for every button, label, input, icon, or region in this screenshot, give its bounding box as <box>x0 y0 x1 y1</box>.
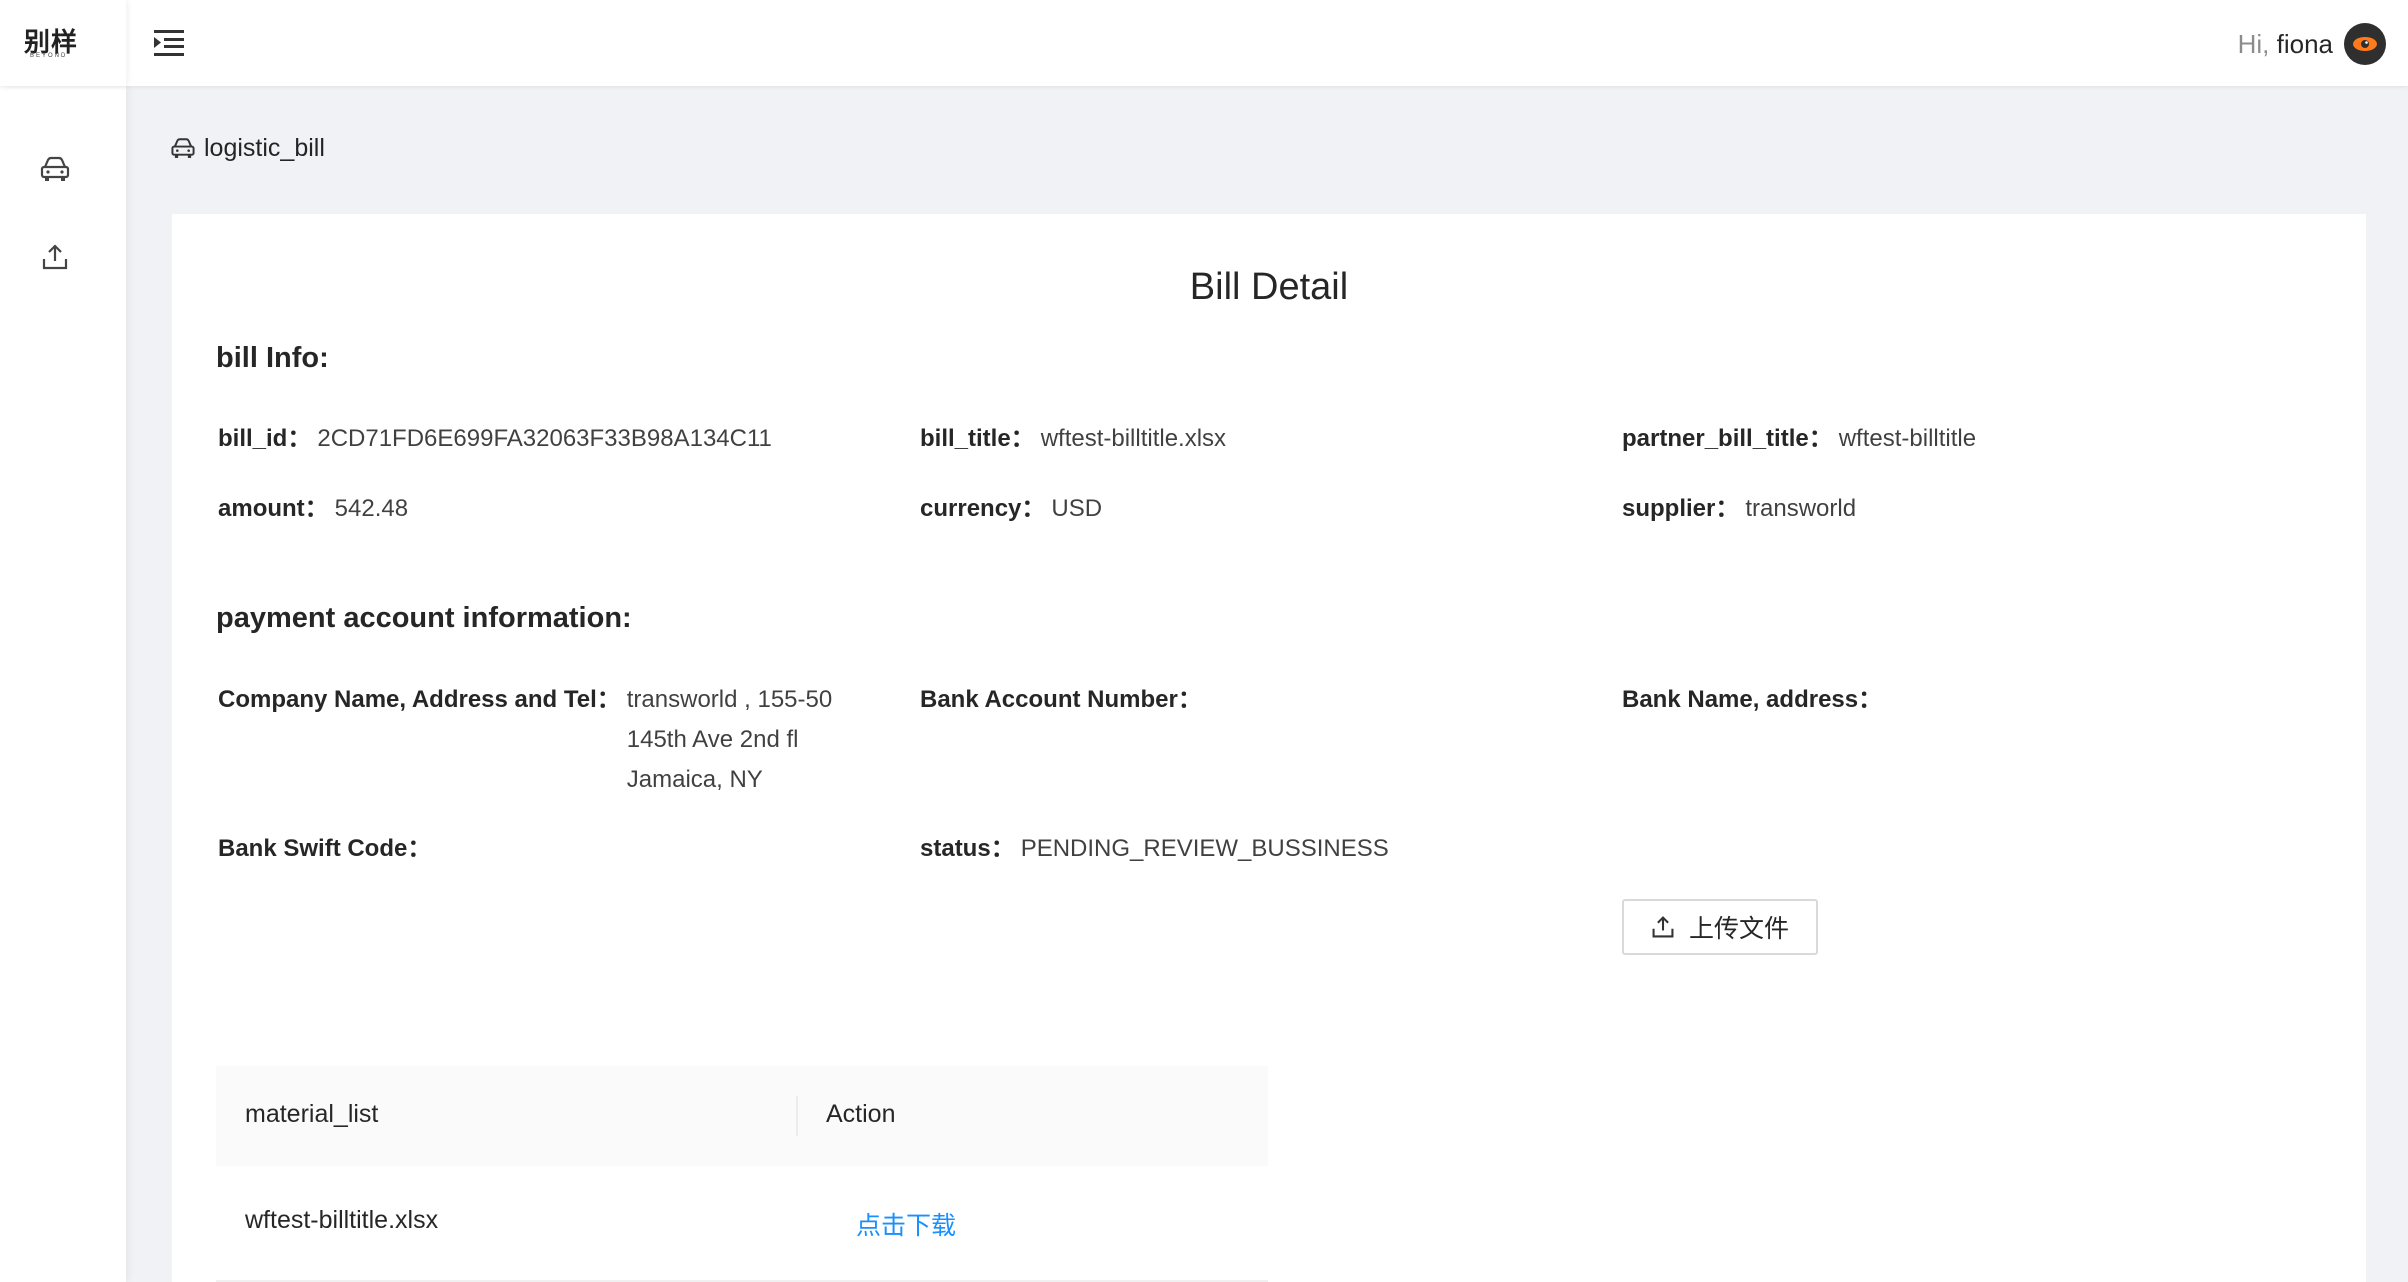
field-label: Company Name, Address and Tel： <box>218 686 621 713</box>
field-label: Bank Name, address： <box>1622 686 1883 713</box>
greeting-prefix: Hi, <box>2237 29 2270 59</box>
field-label: supplier： <box>1622 495 1740 522</box>
field-partner-bill-title: partner_bill_title： wftest-billtitle <box>1622 419 1976 459</box>
material-table: material_list Action wftest-billtitle.xl… <box>216 1066 1268 1282</box>
upload-file-button[interactable]: 上传文件 <box>1622 899 1818 955</box>
avatar[interactable] <box>2344 23 2386 65</box>
column-divider <box>796 1096 798 1136</box>
payment-info-heading: payment account information: <box>216 602 632 634</box>
field-label: status： <box>920 835 1015 862</box>
car-icon <box>40 156 70 181</box>
field-value: wftest-billtitle <box>1838 425 1977 452</box>
upload-button-label: 上传文件 <box>1688 915 1789 943</box>
page-title: Bill Detail <box>1189 266 1349 308</box>
field-value: transworld , 155-50 145th Ave 2nd fl Jam… <box>626 686 833 793</box>
field-bill-title: bill_title： wftest-billtitle.xlsx <box>920 419 1226 459</box>
field-company: Company Name, Address and Tel： transworl… <box>218 680 863 800</box>
field-label: amount： <box>218 495 329 522</box>
field-supplier: supplier： transworld <box>1622 489 1856 529</box>
field-amount: amount： 542.48 <box>218 489 408 529</box>
material-name: wftest-billtitle.xlsx <box>245 1206 439 1234</box>
table-row: wftest-billtitle.xlsx 点击下载 <box>216 1166 1268 1282</box>
field-value: 2CD71FD6E699FA32063F33B98A134C11 <box>317 425 772 452</box>
field-value: USD <box>1051 495 1103 522</box>
sidebar <box>0 86 126 1282</box>
field-label: partner_bill_title： <box>1622 425 1833 452</box>
field-label: currency： <box>920 495 1046 522</box>
sidebar-item-logistic-bill[interactable] <box>35 150 75 190</box>
download-link[interactable]: 点击下载 <box>856 1206 956 1242</box>
breadcrumb: logistic_bill <box>170 134 325 163</box>
breadcrumb-label[interactable]: logistic_bill <box>204 134 325 163</box>
menu-unfold-icon[interactable] <box>152 26 188 60</box>
column-header-material-list: material_list <box>245 1100 379 1128</box>
table-header: material_list Action <box>216 1066 1268 1166</box>
upload-icon <box>42 244 68 270</box>
field-label: bill_id： <box>218 425 312 452</box>
field-value: transworld <box>1745 495 1857 522</box>
column-header-action: Action <box>826 1100 896 1128</box>
field-bank-name: Bank Name, address： <box>1622 680 1896 720</box>
logo-subtext: BEYOND <box>30 53 68 59</box>
field-label: Bank Swift Code： <box>218 835 432 862</box>
bill-info-heading: bill Info: <box>216 342 329 374</box>
field-label: bill_title： <box>920 425 1035 452</box>
sidebar-item-upload[interactable] <box>35 237 75 277</box>
top-header: 别样 BEYOND Hi, fiona <box>0 0 2408 86</box>
user-greeting[interactable]: Hi, fiona <box>2238 29 2333 60</box>
eye-icon <box>2353 37 2377 51</box>
car-icon <box>171 137 195 158</box>
logo[interactable]: 别样 BEYOND <box>0 0 126 86</box>
username: fiona <box>2276 29 2333 59</box>
field-swift: Bank Swift Code： <box>218 829 445 869</box>
field-value: wftest-billtitle.xlsx <box>1040 425 1227 452</box>
field-currency: currency： USD <box>920 489 1102 529</box>
field-bill-id: bill_id： 2CD71FD6E699FA32063F33B98A134C1… <box>218 419 772 459</box>
field-value: 542.48 <box>334 495 409 522</box>
field-status: status： PENDING_REVIEW_BUSSINESS <box>920 829 1389 869</box>
upload-icon <box>1652 916 1674 938</box>
field-label: Bank Account Number： <box>920 686 1202 713</box>
bill-detail-card: Bill Detail bill Info: bill_id： 2CD71FD6… <box>172 214 2366 1282</box>
status-value: PENDING_REVIEW_BUSSINESS <box>1020 835 1389 862</box>
field-bank-account: Bank Account Number： <box>920 680 1216 720</box>
